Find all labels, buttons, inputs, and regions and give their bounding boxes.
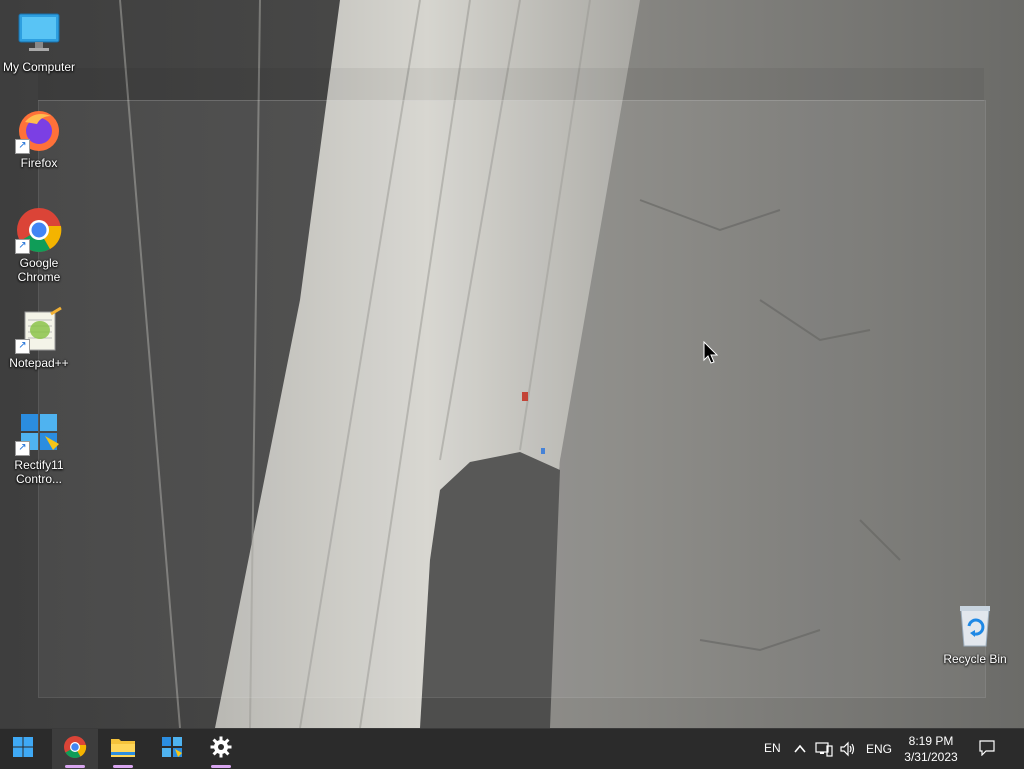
taskbar-settings-button[interactable] xyxy=(198,729,244,769)
desktop-icon-label: Firefox xyxy=(20,156,58,170)
overlay-window-body xyxy=(38,100,986,698)
taskbar-control-panel-button[interactable] xyxy=(149,729,195,769)
desktop-icon-label: Recycle Bin xyxy=(943,652,1007,666)
mouse-cursor-icon xyxy=(703,340,719,365)
chevron-up-icon[interactable] xyxy=(792,741,808,757)
desktop-icon-notepad-plus-plus[interactable]: ↗ Notepad++ xyxy=(1,306,77,370)
control-panel-icon xyxy=(161,736,183,763)
desktop-icon-label: Rectify11 Contro... xyxy=(14,458,64,486)
clock-date: 3/31/2023 xyxy=(904,750,958,764)
desktop-icon-recycle-bin[interactable]: Recycle Bin xyxy=(937,602,1013,666)
notepad-plus-plus-icon: ↗ xyxy=(15,306,63,354)
folder-icon xyxy=(110,736,136,763)
notification-center-icon[interactable] xyxy=(979,740,995,757)
taskbar-chrome-button[interactable] xyxy=(52,729,98,769)
chrome-icon: ↗ xyxy=(15,206,63,254)
firefox-icon: ↗ xyxy=(15,106,63,154)
gear-icon xyxy=(210,736,232,763)
desktop-icon-rectify11-control-panel[interactable]: ↗ Rectify11 Contro... xyxy=(1,408,77,486)
shortcut-arrow-icon: ↗ xyxy=(15,139,30,154)
network-icon[interactable] xyxy=(815,741,833,757)
start-button[interactable] xyxy=(0,729,46,769)
shortcut-arrow-icon: ↗ xyxy=(15,339,30,354)
shortcut-arrow-icon: ↗ xyxy=(15,441,30,456)
desktop-icon-firefox[interactable]: ↗ Firefox xyxy=(1,106,77,170)
desktop-icon-label: My Computer xyxy=(2,60,76,74)
keyboard-language-indicator[interactable]: ENG xyxy=(866,742,892,756)
input-language-indicator[interactable]: EN xyxy=(764,741,781,755)
rectify11-control-panel-icon: ↗ xyxy=(15,408,63,456)
chrome-icon xyxy=(63,735,87,764)
desktop-icon-label: Notepad++ xyxy=(9,356,69,370)
shortcut-arrow-icon: ↗ xyxy=(15,239,30,254)
clock-time: 8:19 PM xyxy=(908,734,954,748)
desktop-icon-label: Google Chrome xyxy=(17,256,61,284)
taskbar-clock[interactable]: 8:19 PM 3/31/2023 xyxy=(894,733,968,765)
desktop-icon-google-chrome[interactable]: ↗ Google Chrome xyxy=(1,206,77,284)
taskbar: EN ENG 8:19 PM 3/31/2023 xyxy=(0,728,1024,769)
desktop-icon-my-computer[interactable]: My Computer xyxy=(1,10,77,74)
computer-icon xyxy=(15,10,63,58)
volume-icon[interactable] xyxy=(839,741,855,757)
windows-start-icon xyxy=(13,736,33,762)
overlay-window-titlebar xyxy=(38,68,984,101)
recycle-bin-icon xyxy=(951,602,999,650)
taskbar-file-explorer-button[interactable] xyxy=(100,729,146,769)
